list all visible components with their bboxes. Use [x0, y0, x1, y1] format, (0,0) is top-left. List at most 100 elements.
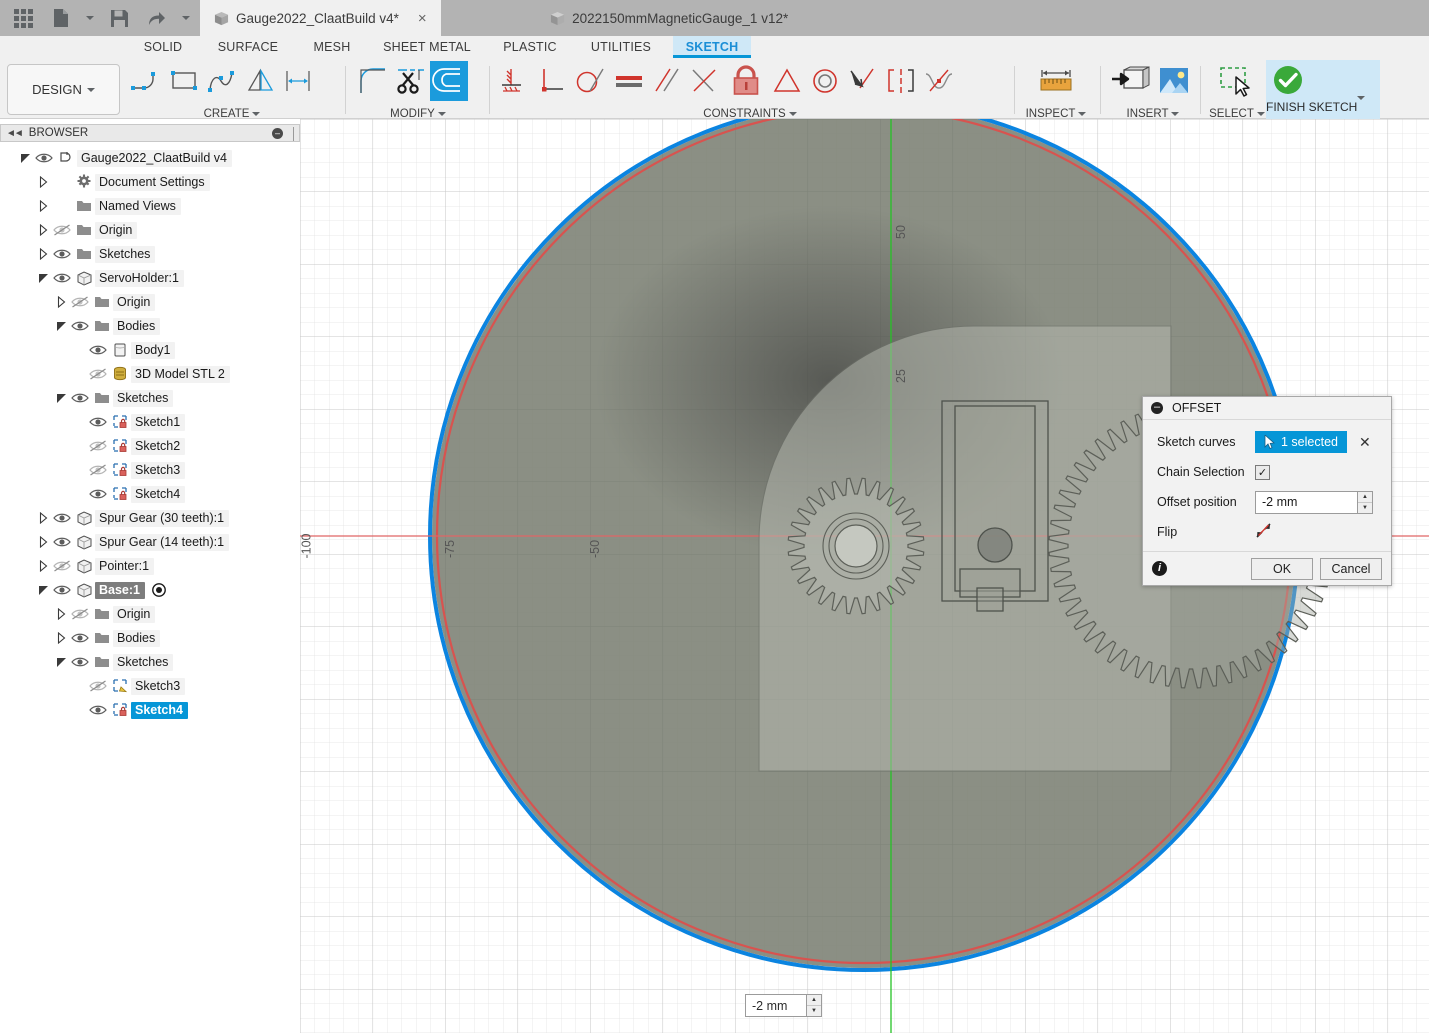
visibility-toggle[interactable] [87, 679, 109, 693]
minimize-icon[interactable]: – [272, 127, 283, 139]
disclosure-triangle[interactable] [18, 152, 33, 164]
visibility-toggle[interactable] [51, 559, 73, 573]
new-file-dropdown-icon[interactable] [80, 1, 100, 35]
curvature-icon[interactable] [920, 61, 958, 101]
disclosure-triangle[interactable] [36, 512, 51, 524]
parallel-icon[interactable] [648, 61, 686, 101]
undo-dropdown-icon[interactable] [176, 1, 196, 35]
select-window-icon[interactable] [1215, 61, 1259, 101]
offset-inline-input[interactable]: -2 mm [745, 994, 807, 1017]
tangent-icon[interactable] [572, 61, 610, 101]
workspace-switcher-button[interactable]: DESIGN [7, 64, 120, 115]
browser-item-bodies[interactable]: Bodies [0, 314, 300, 338]
browser-item-gauge2022-claatbuild-v4[interactable]: Gauge2022_ClaatBuild v4 [0, 146, 300, 170]
browser-item-sketches[interactable]: Sketches [0, 242, 300, 266]
eye-visible-icon[interactable] [53, 247, 71, 261]
eye-visible-icon[interactable] [53, 511, 71, 525]
visibility-toggle[interactable] [51, 511, 73, 525]
eye-hidden-icon[interactable] [53, 223, 71, 237]
browser-item-origin[interactable]: Origin [0, 602, 300, 626]
fix-constraint-icon[interactable] [496, 61, 534, 101]
eye-hidden-icon[interactable] [89, 439, 107, 453]
browser-item-servoholder-1[interactable]: ServoHolder:1 [0, 266, 300, 290]
disclosure-triangle[interactable] [54, 632, 69, 644]
measure-ruler-icon[interactable] [1034, 61, 1078, 101]
eye-visible-icon[interactable] [89, 415, 107, 429]
eye-hidden-icon[interactable] [71, 607, 89, 621]
visibility-toggle[interactable] [51, 223, 73, 237]
browser-item-bodies[interactable]: Bodies [0, 626, 300, 650]
document-tab-inactive[interactable]: 2022150mmMagneticGauge_1 v12* [440, 0, 898, 36]
chain-selection-checkbox[interactable]: ✓ [1255, 464, 1270, 480]
flip-direction-icon[interactable] [1255, 522, 1272, 542]
browser-item-spur-gear-14-teeth-1[interactable]: Spur Gear (14 teeth):1 [0, 530, 300, 554]
visibility-toggle[interactable] [33, 151, 55, 165]
disclosure-triangle[interactable] [36, 536, 51, 548]
browser-item-document-settings[interactable]: Document Settings [0, 170, 300, 194]
ribbon-tab-sheet-metal[interactable]: SHEET METAL [374, 36, 480, 58]
browser-item-base-1[interactable]: Base:1 [0, 578, 300, 602]
browser-item-pointer-1[interactable]: Pointer:1 [0, 554, 300, 578]
new-file-icon[interactable] [42, 1, 80, 35]
fillet-icon[interactable] [354, 61, 392, 101]
eye-hidden-icon[interactable] [71, 295, 89, 309]
disclosure-triangle[interactable] [36, 272, 51, 284]
fix-lock-icon[interactable] [724, 61, 768, 101]
disclosure-triangle[interactable] [54, 656, 69, 668]
browser-item-body1[interactable]: Body1 [0, 338, 300, 362]
ribbon-tab-sketch[interactable]: SKETCH [673, 36, 751, 58]
stepper-up-icon[interactable]: ▲ [1358, 492, 1372, 503]
eye-visible-icon[interactable] [89, 487, 107, 501]
disclosure-triangle[interactable] [54, 296, 69, 308]
finish-sketch-button[interactable]: FINISH SKETCH [1266, 60, 1380, 119]
stepper-down-icon[interactable]: ▼ [1358, 503, 1372, 513]
undo-icon[interactable] [138, 1, 176, 35]
equal-icon[interactable] [610, 61, 648, 101]
rectangle-icon[interactable] [166, 61, 204, 101]
browser-item-sketch3[interactable]: Sketch3 [0, 458, 300, 482]
line-icon[interactable] [128, 61, 166, 101]
visibility-toggle[interactable] [87, 439, 109, 453]
eye-hidden-icon[interactable] [89, 463, 107, 477]
cancel-button[interactable]: Cancel [1320, 557, 1382, 580]
eye-visible-icon[interactable] [53, 535, 71, 549]
close-tab-icon[interactable]: × [418, 11, 427, 26]
app-grid-icon[interactable] [4, 1, 42, 35]
collinear-icon[interactable] [768, 61, 806, 101]
document-tab-active[interactable]: Gauge2022_ClaatBuild v4* × [200, 0, 441, 36]
offset-inline-stepper[interactable]: ▲ ▼ [807, 994, 822, 1017]
visibility-toggle[interactable] [87, 367, 109, 381]
insert-derive-icon[interactable] [1108, 61, 1152, 101]
ribbon-tab-mesh[interactable]: MESH [304, 36, 360, 58]
visibility-toggle[interactable] [69, 319, 91, 333]
visibility-toggle[interactable] [69, 295, 91, 309]
offset-inline-value[interactable]: -2 mm ▲ ▼ [745, 994, 822, 1017]
eye-hidden-icon[interactable] [89, 367, 107, 381]
visibility-toggle[interactable] [87, 487, 109, 501]
browser-item-3d-model-stl-2[interactable]: 3D Model STL 2 [0, 362, 300, 386]
browser-item-sketches[interactable]: Sketches [0, 650, 300, 674]
dimension-icon[interactable] [280, 61, 318, 101]
trim-scissors-icon[interactable] [392, 61, 430, 101]
browser-item-origin[interactable]: Origin [0, 290, 300, 314]
visibility-toggle[interactable] [87, 463, 109, 477]
disclosure-triangle[interactable] [54, 392, 69, 404]
disclosure-triangle[interactable] [54, 608, 69, 620]
disclosure-triangle[interactable] [36, 584, 51, 596]
visibility-toggle[interactable] [87, 415, 109, 429]
disclosure-triangle[interactable] [36, 200, 51, 212]
browser-item-sketch3[interactable]: Sketch3 [0, 674, 300, 698]
browser-item-sketches[interactable]: Sketches [0, 386, 300, 410]
disclosure-triangle[interactable] [36, 248, 51, 260]
browser-item-spur-gear-30-teeth-1[interactable]: Spur Gear (30 teeth):1 [0, 506, 300, 530]
disclosure-triangle[interactable] [54, 320, 69, 332]
visibility-toggle[interactable] [51, 583, 73, 597]
offset-position-input[interactable]: -2 mm [1255, 490, 1358, 514]
browser-item-sketch4[interactable]: Sketch4 [0, 482, 300, 506]
insert-image-icon[interactable] [1152, 61, 1196, 101]
offset-position-stepper[interactable]: ▲ ▼ [1358, 490, 1373, 514]
eye-hidden-icon[interactable] [53, 559, 71, 573]
eye-visible-icon[interactable] [35, 151, 53, 165]
eye-visible-icon[interactable] [53, 583, 71, 597]
eye-hidden-icon[interactable] [89, 679, 107, 693]
